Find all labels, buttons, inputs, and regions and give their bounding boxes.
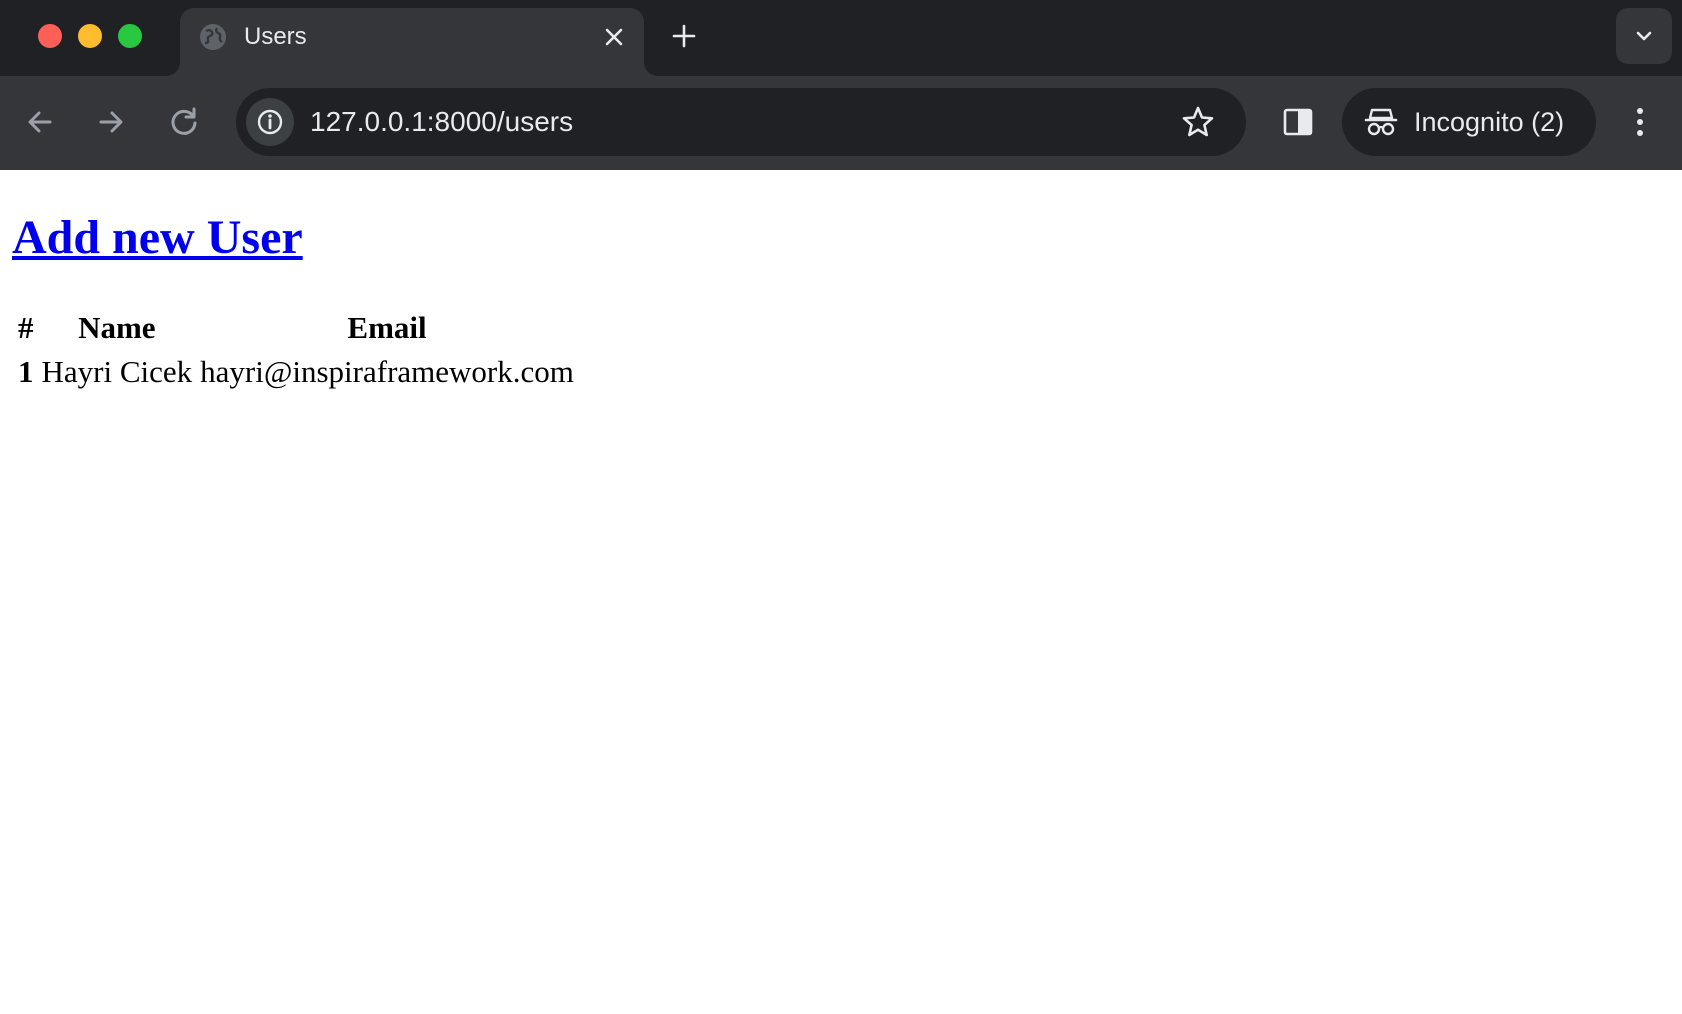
- row-email: hayri@inspiraframework.com: [200, 354, 574, 389]
- tab-title: Users: [244, 23, 307, 50]
- row-index: 1: [18, 354, 34, 389]
- tab-search-button[interactable]: [1616, 8, 1672, 64]
- table-header-row: # Name Email: [18, 308, 574, 348]
- incognito-profile-button[interactable]: Incognito (2): [1342, 88, 1596, 156]
- page-content: Add new User # Name Email 1 Hayri Cicek …: [0, 170, 1682, 1014]
- close-window-button[interactable]: [38, 24, 62, 48]
- maximize-window-button[interactable]: [118, 24, 142, 48]
- back-icon[interactable]: [22, 104, 58, 140]
- site-info-button[interactable]: [246, 98, 294, 146]
- toolbar: 127.0.0.1:8000/users Incognito (2): [0, 76, 1682, 170]
- column-header-index: #: [18, 310, 34, 345]
- add-new-user-link[interactable]: Add new User: [12, 210, 303, 266]
- minimize-window-button[interactable]: [78, 24, 102, 48]
- new-tab-icon[interactable]: [670, 22, 698, 50]
- table-row: 1 Hayri Cicek hayri@inspiraframework.com: [18, 352, 574, 392]
- bookmark-star-icon[interactable]: [1180, 104, 1216, 140]
- address-bar[interactable]: 127.0.0.1:8000/users: [236, 88, 1246, 156]
- more-menu-icon[interactable]: [1622, 102, 1658, 142]
- info-icon: [257, 109, 283, 135]
- users-table: # Name Email 1 Hayri Cicek hayri@inspira…: [10, 304, 582, 396]
- forward-icon[interactable]: [93, 104, 129, 140]
- url-text: 127.0.0.1:8000/users: [310, 106, 574, 137]
- incognito-icon: [1364, 108, 1398, 136]
- column-header-name: Name: [78, 310, 156, 345]
- globe-icon: [200, 24, 226, 50]
- chevron-down-icon: [1636, 31, 1652, 41]
- tab-users[interactable]: Users: [180, 8, 644, 76]
- incognito-label: Incognito (2): [1414, 107, 1565, 137]
- close-tab-icon[interactable]: [600, 23, 628, 51]
- column-header-email: Email: [347, 310, 427, 345]
- tab-strip: Users: [0, 0, 1682, 76]
- reload-icon[interactable]: [166, 104, 202, 140]
- side-panel-icon[interactable]: [1280, 104, 1316, 140]
- row-name: Hayri Cicek: [41, 354, 193, 389]
